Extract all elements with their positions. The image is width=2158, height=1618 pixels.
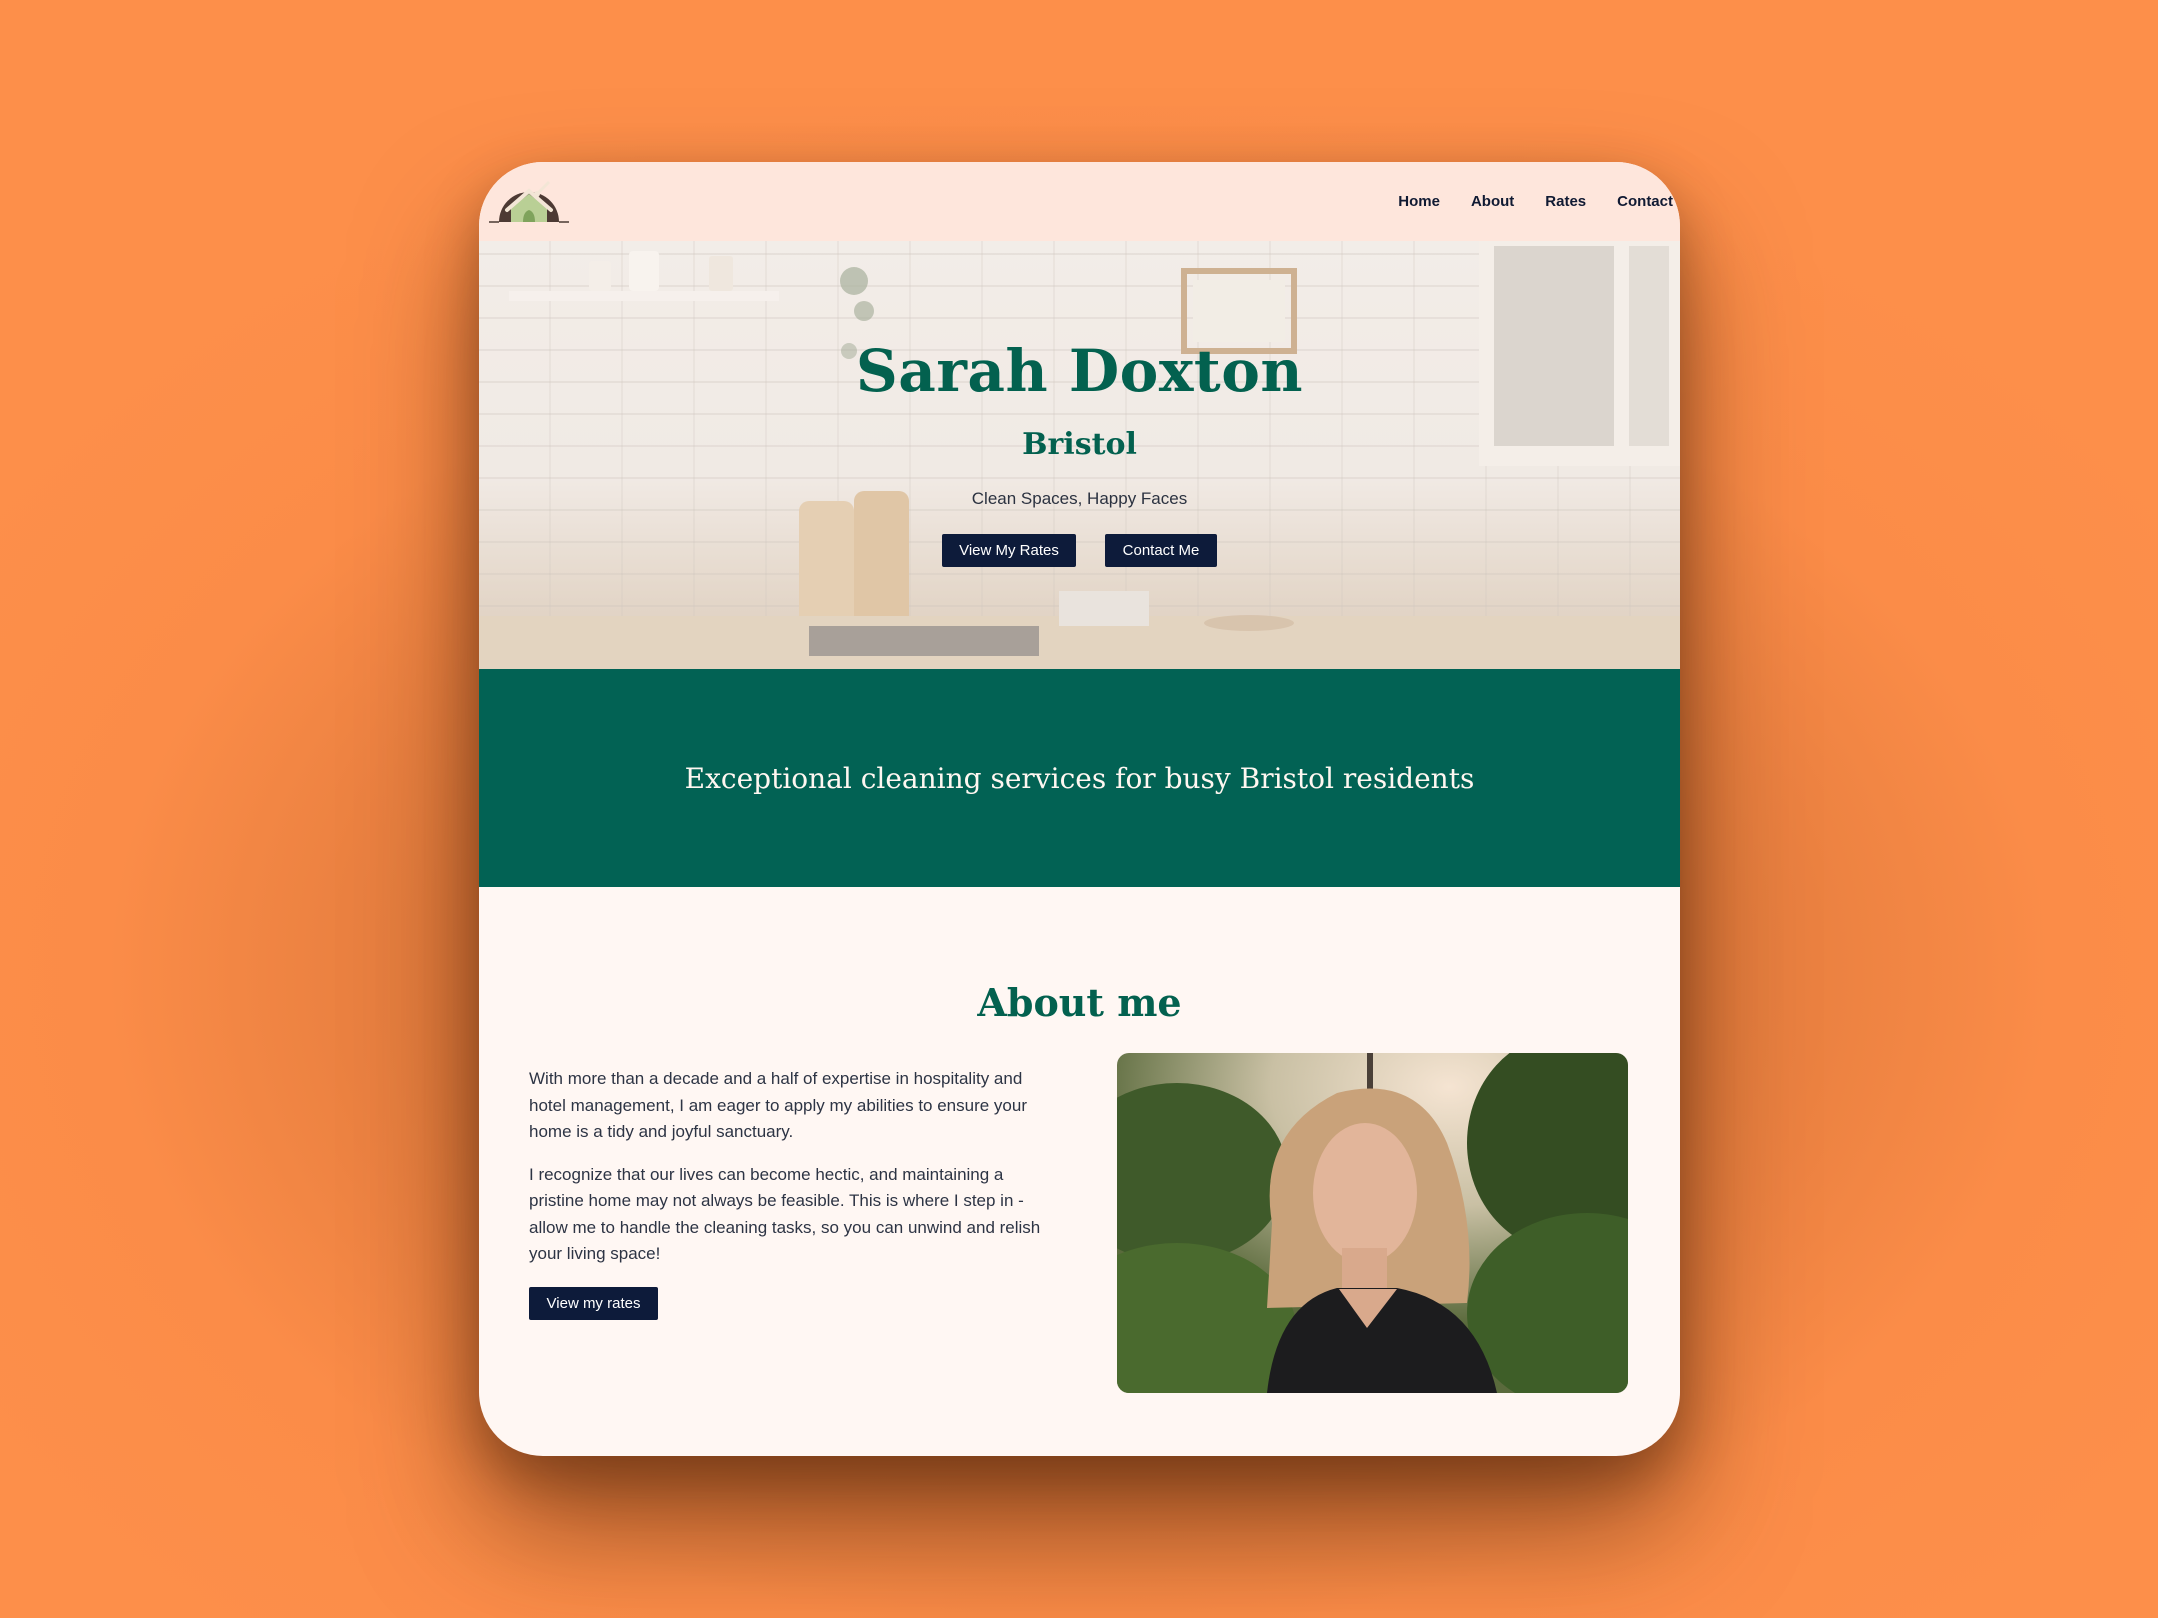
house-broom-logo-icon[interactable] [489, 176, 569, 236]
view-my-rates-button[interactable]: View my rates [529, 1287, 658, 1320]
hero-title: Sarah Doxton [855, 337, 1304, 405]
hero-tagline: Clean Spaces, Happy Faces [971, 489, 1188, 508]
nav-contact[interactable]: Contact [1617, 193, 1673, 210]
hero-location: Bristol [1022, 427, 1137, 462]
tablet-frame: Home About Rates Contact Sarah Doxton Br… [479, 162, 1680, 1456]
hero-section: Sarah Doxton Bristol Clean Spaces, Happy… [479, 241, 1680, 669]
site-header: Home About Rates Contact [479, 162, 1680, 241]
about-paragraph-1: With more than a decade and a half of ex… [529, 1069, 1027, 1141]
nav-rates[interactable]: Rates [1545, 193, 1586, 210]
about-text: With more than a decade and a half of ex… [529, 1066, 1059, 1268]
nav-home[interactable]: Home [1398, 193, 1440, 210]
view-rates-button[interactable]: View My Rates [942, 534, 1076, 567]
portrait-photo [1117, 1053, 1628, 1393]
contact-me-button[interactable]: Contact Me [1105, 534, 1217, 567]
main-nav: Home About Rates Contact [1398, 162, 1673, 241]
nav-about[interactable]: About [1471, 193, 1514, 210]
tagline-band: Exceptional cleaning services for busy B… [479, 669, 1680, 887]
about-paragraph-2: I recognize that our lives can become he… [529, 1164, 1041, 1264]
band-headline: Exceptional cleaning services for busy B… [684, 761, 1475, 795]
about-title: About me [977, 980, 1182, 1025]
